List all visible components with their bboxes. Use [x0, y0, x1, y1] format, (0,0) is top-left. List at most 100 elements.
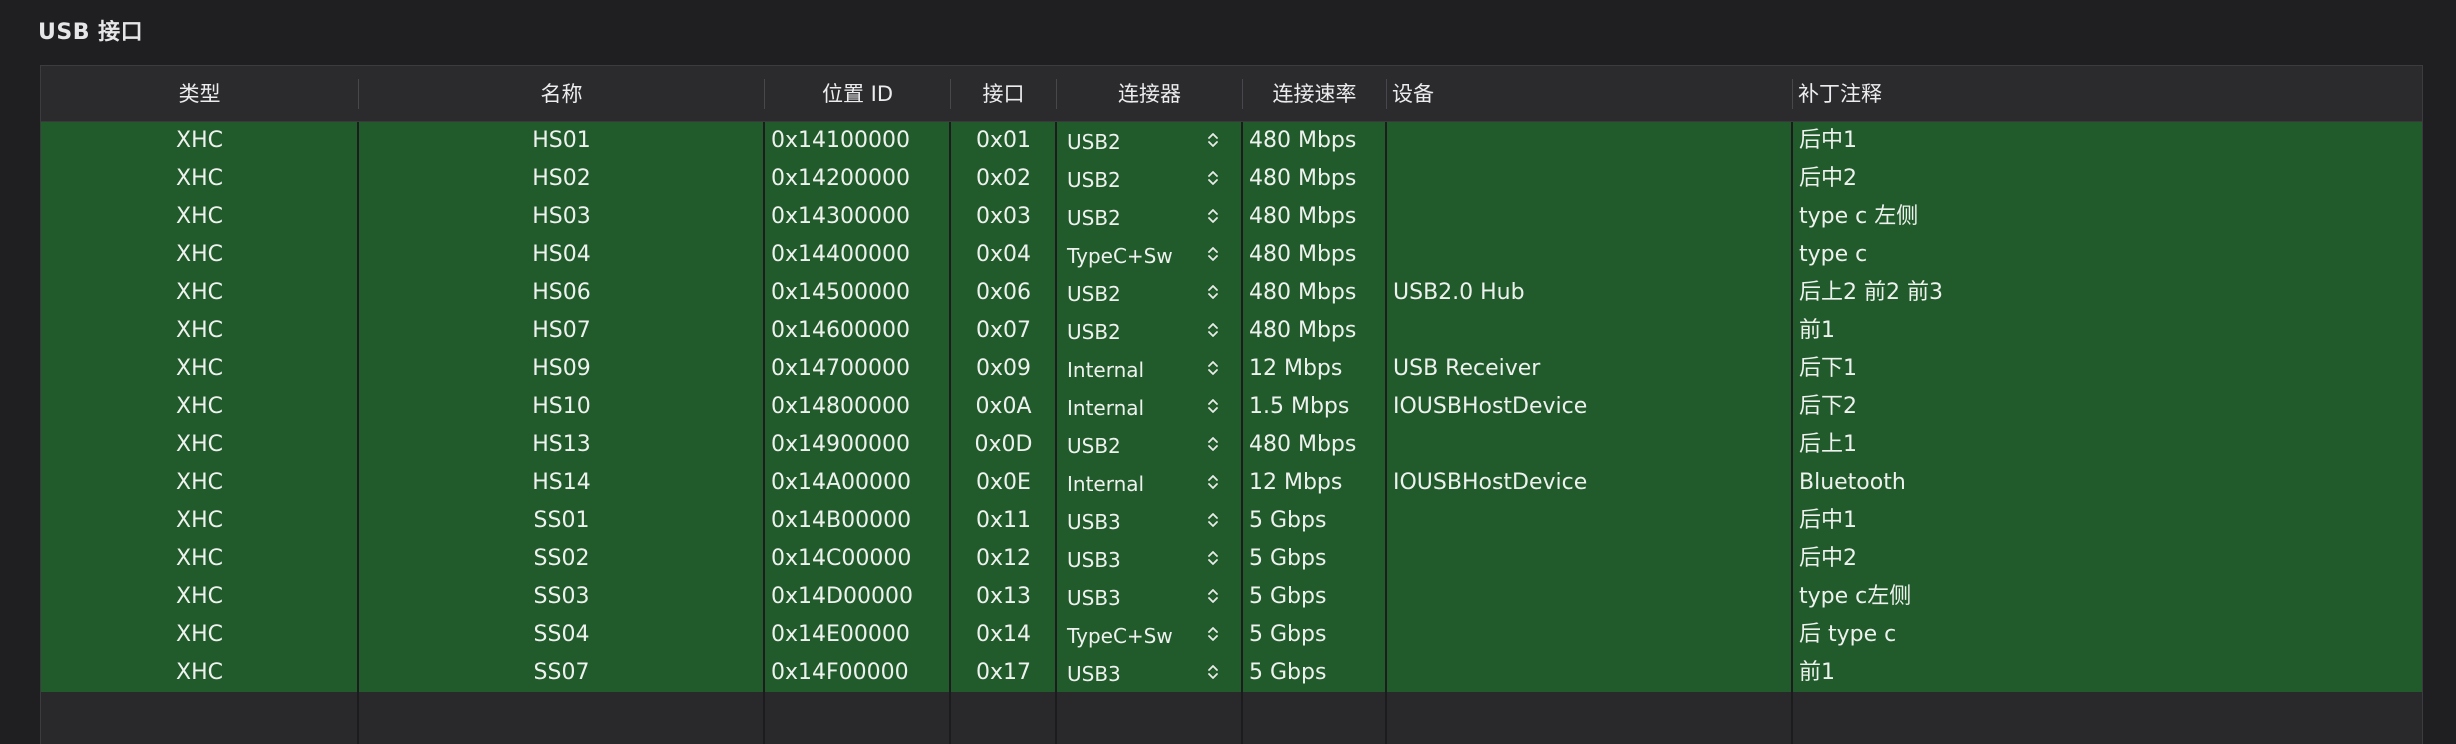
up-down-chevron-icon[interactable] [1206, 129, 1220, 151]
table-row[interactable]: XHC HS01 0x14100000 0x01 480 Mbps 后中1 USB2 [41, 122, 2422, 160]
cell-location-id: 0x14B00000 [771, 508, 912, 533]
up-down-chevron-icon[interactable] [1206, 585, 1220, 607]
table-row[interactable]: XHC HS03 0x14300000 0x03 480 Mbps type c 左侧 US… [41, 198, 2422, 236]
cell-location-id: 0x14600000 [771, 318, 910, 343]
up-down-chevron-icon[interactable] [1206, 205, 1220, 227]
column-header-port[interactable]: 接口 [951, 66, 1056, 122]
cell-comment[interactable]: type c左侧 [1793, 578, 2422, 616]
column-divider [763, 122, 765, 744]
cell-comment[interactable]: 后下1 [1793, 350, 2422, 388]
table-row[interactable]: XHC SS07 0x14F00000 0x17 5 Gbps 前1 USB3 [41, 654, 2422, 692]
connector-select-value: TypeC+Sw [1067, 624, 1173, 648]
cell-device [1387, 426, 1792, 464]
cell-device [1387, 540, 1792, 578]
table-row[interactable]: XHC SS02 0x14C00000 0x12 5 Gbps 后中2 USB3 [41, 540, 2422, 578]
cell-speed: 480 Mbps [1249, 242, 1357, 267]
table-row[interactable]: XHC HS13 0x14900000 0x0D 480 Mbps 后上1 USB2 [41, 426, 2422, 464]
cell-speed: 12 Mbps [1249, 470, 1343, 495]
cell-location-id: 0x14A00000 [771, 470, 912, 495]
up-down-chevron-icon[interactable] [1206, 661, 1220, 683]
cell-comment[interactable]: 后中2 [1793, 160, 2422, 198]
cell-location-id: 0x14700000 [771, 356, 910, 381]
cell-comment[interactable]: type c [1793, 236, 2422, 274]
up-down-chevron-icon[interactable] [1206, 433, 1220, 455]
cell-comment[interactable]: 前1 [1793, 312, 2422, 350]
table-row[interactable]: XHC SS01 0x14B00000 0x11 5 Gbps 后中1 USB3 [41, 502, 2422, 540]
cell-name: HS10 [532, 394, 591, 419]
cell-speed: 5 Gbps [1249, 508, 1327, 533]
cell-comment[interactable]: 后 type c [1793, 616, 2422, 654]
table-row[interactable]: XHC HS06 0x14500000 0x06 480 Mbps USB2.0 Hub 后… [41, 274, 2422, 312]
cell-speed: 480 Mbps [1249, 128, 1357, 153]
cell-name: HS02 [532, 166, 591, 191]
cell-type: XHC [176, 584, 223, 609]
cell-speed: 480 Mbps [1249, 166, 1357, 191]
cell-type: XHC [176, 280, 223, 305]
cell-device [1387, 160, 1792, 198]
cell-speed: 5 Gbps [1249, 660, 1327, 685]
cell-device [1387, 616, 1792, 654]
cell-comment[interactable]: 前1 [1793, 654, 2422, 692]
table-row[interactable]: XHC SS04 0x14E00000 0x14 5 Gbps 后 type c TypeC… [41, 616, 2422, 654]
connector-select-value: USB2 [1067, 434, 1121, 458]
table-row[interactable]: XHC HS14 0x14A00000 0x0E 12 Mbps IOUSBHostDev… [41, 464, 2422, 502]
cell-location-id: 0x14200000 [771, 166, 910, 191]
up-down-chevron-icon[interactable] [1206, 509, 1220, 531]
column-header-connector[interactable]: 连接器 [1057, 66, 1242, 122]
cell-port: 0x14 [975, 622, 1031, 647]
cell-comment[interactable]: 后中1 [1793, 122, 2422, 160]
up-down-chevron-icon[interactable] [1206, 243, 1220, 265]
table-row[interactable]: XHC SS03 0x14D00000 0x13 5 Gbps type c左侧 USB3 [41, 578, 2422, 616]
cell-device: USB Receiver [1393, 356, 1541, 381]
column-header-name[interactable]: 名称 [359, 66, 764, 122]
up-down-chevron-icon[interactable] [1206, 623, 1220, 645]
column-divider [1241, 122, 1243, 744]
connector-select-value: Internal [1067, 472, 1145, 496]
table-row[interactable]: XHC HS02 0x14200000 0x02 480 Mbps 后中2 USB2 [41, 160, 2422, 198]
connector-select-value: USB3 [1067, 548, 1121, 572]
cell-port: 0x04 [975, 242, 1031, 267]
table-body: XHC HS01 0x14100000 0x01 480 Mbps 后中1 USB2 XHC H… [41, 122, 2422, 692]
cell-comment[interactable]: 后中2 [1793, 540, 2422, 578]
cell-speed: 480 Mbps [1249, 318, 1357, 343]
cell-location-id: 0x14300000 [771, 204, 910, 229]
cell-port: 0x0E [976, 470, 1031, 495]
column-header-location-id[interactable]: 位置 ID [765, 66, 950, 122]
cell-comment[interactable]: 后上2 前2 前3 [1793, 274, 2422, 312]
cell-device: USB2.0 Hub [1393, 280, 1525, 305]
column-header-device[interactable]: 设备 [1387, 66, 1792, 122]
connector-select-value: Internal [1067, 358, 1145, 382]
table-row[interactable]: XHC HS09 0x14700000 0x09 12 Mbps USB Receiver… [41, 350, 2422, 388]
cell-comment[interactable]: Bluetooth [1793, 464, 2422, 502]
cell-device [1387, 236, 1792, 274]
up-down-chevron-icon[interactable] [1206, 319, 1220, 341]
cell-type: XHC [176, 432, 223, 457]
cell-speed: 480 Mbps [1249, 280, 1357, 305]
up-down-chevron-icon[interactable] [1206, 281, 1220, 303]
cell-location-id: 0x14F00000 [771, 660, 909, 685]
cell-location-id: 0x14500000 [771, 280, 910, 305]
cell-name: SS03 [533, 584, 590, 609]
cell-comment[interactable]: 后中1 [1793, 502, 2422, 540]
cell-comment[interactable]: type c 左侧 [1793, 198, 2422, 236]
cell-name: SS01 [533, 508, 590, 533]
up-down-chevron-icon[interactable] [1206, 395, 1220, 417]
column-divider [1055, 122, 1057, 744]
column-header-comment[interactable]: 补丁注释 [1793, 66, 2422, 122]
up-down-chevron-icon[interactable] [1206, 357, 1220, 379]
cell-name: HS06 [532, 280, 591, 305]
up-down-chevron-icon[interactable] [1206, 167, 1220, 189]
column-header-type[interactable]: 类型 [41, 66, 358, 122]
cell-type: XHC [176, 318, 223, 343]
up-down-chevron-icon[interactable] [1206, 547, 1220, 569]
cell-type: XHC [176, 204, 223, 229]
cell-name: HS03 [532, 204, 591, 229]
column-header-speed[interactable]: 连接速率 [1243, 66, 1386, 122]
cell-comment[interactable]: 后上1 [1793, 426, 2422, 464]
up-down-chevron-icon[interactable] [1206, 471, 1220, 493]
table-row[interactable]: XHC HS04 0x14400000 0x04 480 Mbps type c TypeC… [41, 236, 2422, 274]
table-row[interactable]: XHC HS10 0x14800000 0x0A 1.5 Mbps IOUSBHostDe… [41, 388, 2422, 426]
table-row[interactable]: XHC HS07 0x14600000 0x07 480 Mbps 前1 USB2 [41, 312, 2422, 350]
cell-comment[interactable]: 后下2 [1793, 388, 2422, 426]
column-divider [949, 122, 951, 744]
